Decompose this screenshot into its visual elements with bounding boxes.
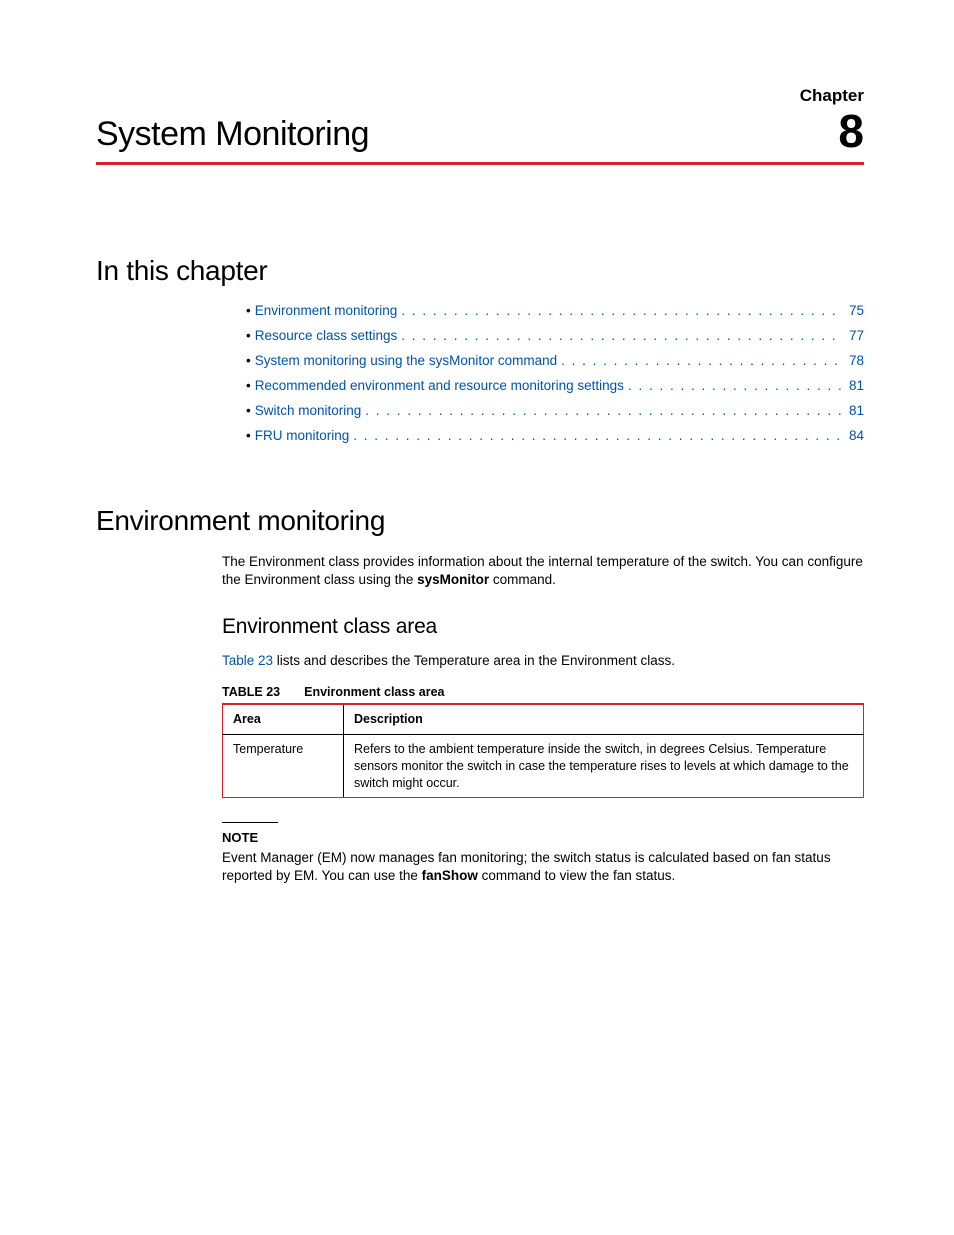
subsection-environment-class-area: Environment class area (222, 613, 864, 641)
toc-item: • FRU monitoring 84 (246, 428, 864, 443)
toc: • Environment monitoring 75 • Resource c… (96, 303, 864, 443)
section-in-this-chapter: In this chapter (96, 255, 864, 287)
toc-leader (557, 353, 843, 368)
command-name: sysMonitor (417, 572, 489, 587)
note-rule (222, 822, 278, 823)
table-caption-title: Environment class area (304, 685, 444, 699)
toc-link[interactable]: Environment monitoring (255, 303, 398, 318)
toc-leader (397, 303, 843, 318)
env-class-paragraph: Table 23 lists and describes the Tempera… (222, 652, 864, 670)
chapter-header: System Monitoring Chapter 8 (96, 86, 864, 165)
table-reference-link[interactable]: Table 23 (222, 653, 273, 668)
toc-page[interactable]: 78 (843, 353, 864, 368)
section-environment-monitoring: Environment monitoring (96, 505, 864, 537)
table-row: Temperature Refers to the ambient temper… (223, 734, 864, 798)
bullet-icon: • (246, 378, 251, 393)
text: lists and describes the Temperature area… (273, 653, 675, 668)
chapter-title: System Monitoring (96, 115, 369, 154)
toc-item: • System monitoring using the sysMonitor… (246, 353, 864, 368)
bullet-icon: • (246, 428, 251, 443)
note-body: Event Manager (EM) now manages fan monit… (222, 849, 864, 885)
cell-area: Temperature (223, 734, 344, 798)
chapter-meta: Chapter 8 (800, 86, 864, 154)
command-name: fanShow (422, 868, 478, 883)
toc-page[interactable]: 81 (843, 403, 864, 418)
toc-link[interactable]: FRU monitoring (255, 428, 350, 443)
text: command. (489, 572, 556, 587)
toc-page[interactable]: 75 (843, 303, 864, 318)
cell-description: Refers to the ambient temperature inside… (344, 734, 864, 798)
toc-item: • Switch monitoring 81 (246, 403, 864, 418)
bullet-icon: • (246, 353, 251, 368)
toc-item: • Recommended environment and resource m… (246, 378, 864, 393)
toc-page[interactable]: 81 (843, 378, 864, 393)
body: The Environment class provides informati… (96, 553, 864, 885)
toc-leader (349, 428, 843, 443)
environment-class-table: Area Description Temperature Refers to t… (222, 703, 864, 799)
bullet-icon: • (246, 403, 251, 418)
toc-link[interactable]: Switch monitoring (255, 403, 362, 418)
bullet-icon: • (246, 328, 251, 343)
text: command to view the fan status. (478, 868, 675, 883)
toc-link[interactable]: Recommended environment and resource mon… (255, 378, 624, 393)
col-header-area: Area (223, 704, 344, 734)
toc-leader (397, 328, 843, 343)
toc-item: • Environment monitoring 75 (246, 303, 864, 318)
chapter-number: 8 (800, 108, 864, 154)
col-header-description: Description (344, 704, 864, 734)
toc-leader (624, 378, 843, 393)
toc-page[interactable]: 77 (843, 328, 864, 343)
toc-item: • Resource class settings 77 (246, 328, 864, 343)
env-intro-paragraph: The Environment class provides informati… (222, 553, 864, 589)
toc-link[interactable]: Resource class settings (255, 328, 398, 343)
page: System Monitoring Chapter 8 In this chap… (0, 0, 954, 959)
table-caption: TABLE 23 Environment class area (222, 684, 864, 701)
chapter-label: Chapter (800, 86, 864, 106)
table-header-row: Area Description (223, 704, 864, 734)
toc-page[interactable]: 84 (843, 428, 864, 443)
toc-leader (361, 403, 843, 418)
table-caption-label: TABLE 23 (222, 685, 280, 699)
note-label: NOTE (222, 829, 864, 847)
bullet-icon: • (246, 303, 251, 318)
toc-link[interactable]: System monitoring using the sysMonitor c… (255, 353, 557, 368)
